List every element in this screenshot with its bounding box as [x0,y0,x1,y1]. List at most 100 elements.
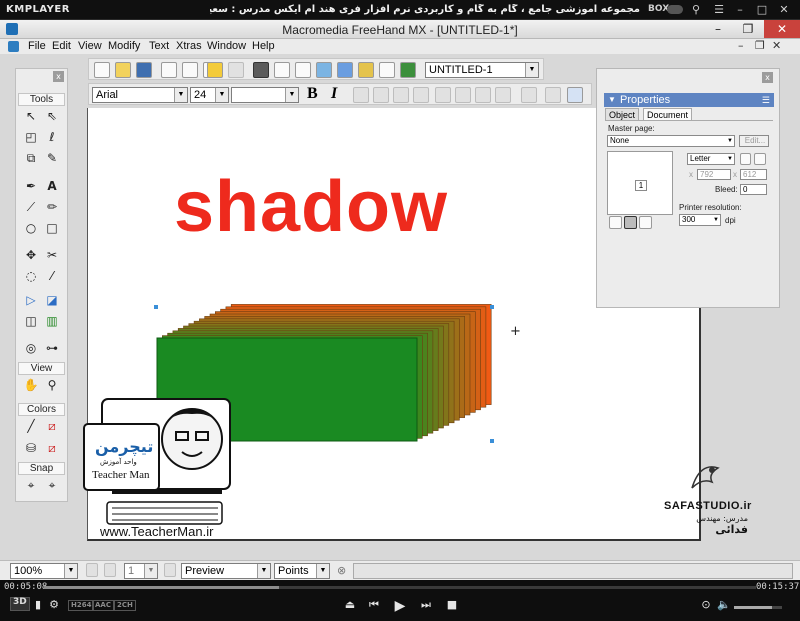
fill-swatch-icon[interactable]: ⧄ [43,439,61,457]
text-effect-icon[interactable] [435,87,451,103]
menu-view[interactable]: View [78,40,102,52]
cancel-render-icon[interactable]: ⊗ [337,564,346,577]
brush-tool-icon[interactable]: ⁄ [43,267,61,285]
pin-icon[interactable]: ⚲ [688,2,704,18]
page-width-field[interactable]: 792 [697,169,731,180]
shadow-tool-icon[interactable]: ◪ [43,291,61,309]
pointer-tool-icon[interactable]: ↖ [22,107,40,125]
justify-icon[interactable] [413,87,429,103]
zoom-select[interactable]: 100% ▼ [10,563,78,579]
envelope-tool-icon[interactable]: ◫ [22,312,40,330]
color-mixer-icon[interactable] [358,62,374,78]
swatches-icon[interactable] [379,62,395,78]
add-page-icon[interactable] [609,216,622,229]
snap-to-point-icon[interactable]: ⌖ [22,476,40,494]
panel-options-icon[interactable]: ☰ [762,93,770,107]
stroke-color-icon[interactable]: ╱ [22,417,40,435]
menu-window[interactable]: Window [207,40,246,52]
document-select[interactable]: UNTITLED-1 ▼ [425,62,539,78]
italic-button[interactable]: I [331,85,337,103]
settings-icon[interactable]: ⚙ [46,598,62,611]
lock-icon[interactable] [207,62,223,78]
menu-xtras[interactable]: Xtras [176,40,202,52]
page-select[interactable]: 1 ▼ [124,563,158,579]
eject-icon[interactable]: ⏏ [342,598,358,611]
save-icon[interactable] [136,62,152,78]
units-select[interactable]: Points ▼ [274,563,330,579]
menu-modify[interactable]: Modify [108,40,140,52]
seek-bar[interactable] [44,586,756,589]
stroke-swatch-icon[interactable]: ⧄ [43,417,61,435]
blend-tool-icon[interactable]: ▷ [22,291,40,309]
unlock-icon[interactable] [228,62,244,78]
page-tool-icon[interactable]: ◰ [22,128,40,146]
knife-tool-icon[interactable]: ✂ [43,246,61,264]
line-tool-icon[interactable]: ⟋ [22,198,40,216]
edit-master-button[interactable]: Edit... [739,135,769,147]
transform-icon[interactable] [295,62,311,78]
font-select[interactable]: Arial ▼ [92,87,188,103]
eyedropper-tool-icon[interactable]: ✎ [43,149,61,167]
doc-restore-icon[interactable]: ❐ [755,39,765,52]
doc-minimize-icon[interactable]: – [738,39,744,52]
page-size-select[interactable]: Letter ▼ [687,153,735,165]
graph-tool-icon[interactable]: ▥ [43,312,61,330]
hand-tool-icon[interactable]: ✋ [22,376,40,394]
lasso-tool-icon[interactable]: ℓ [43,128,61,146]
import-icon[interactable] [161,62,177,78]
bold-button[interactable]: B [307,85,318,103]
trace-tool-icon[interactable]: ◎ [22,339,40,357]
styles-icon[interactable] [337,62,353,78]
play-icon[interactable]: ▶ [392,598,408,614]
page-tool-options-icon[interactable] [639,216,652,229]
landscape-icon[interactable] [754,153,766,165]
box-toggle[interactable] [667,5,683,14]
window-close-button[interactable]: ✕ [764,20,800,38]
menu-edit[interactable]: Edit [52,40,71,52]
3d-badge[interactable]: 3D [10,597,30,611]
selection-handle-br[interactable] [490,439,494,443]
align-icon[interactable] [274,62,290,78]
speaker-icon[interactable]: 🔈 [716,598,732,611]
new-document-icon[interactable] [94,62,110,78]
font-size-select[interactable]: 24 ▼ [190,87,229,103]
box-label[interactable]: BOX [648,4,669,14]
next-icon[interactable]: ⏭ [418,598,434,612]
document-menu-icon[interactable] [8,41,19,52]
selection-handle-tl[interactable] [154,305,158,309]
menu-help[interactable]: Help [252,40,275,52]
properties-close-button[interactable]: x [762,72,773,83]
window-maximize-button[interactable]: ❐ [734,20,762,38]
tab-document[interactable]: Document [643,108,693,120]
snap-to-object-icon[interactable]: ⌖ [43,476,61,494]
split-icon[interactable] [475,87,491,103]
player-maximize-icon[interactable]: □ [754,2,770,18]
layers-icon[interactable] [400,62,416,78]
freeform-tool-icon[interactable]: ✥ [22,246,40,264]
subselect-tool-icon[interactable]: ⇖ [43,107,61,125]
scale-tool-icon[interactable]: ⧉ [22,149,40,167]
library-icon[interactable] [316,62,332,78]
printer-resolution-select[interactable]: 300 ▼ [679,214,721,226]
view-mode-select[interactable]: Preview ▼ [181,563,271,579]
rectangle-tool-icon[interactable]: □ [43,219,61,237]
text-tool-icon[interactable]: A [43,177,61,195]
page-thumbnail[interactable]: 1 [607,151,673,215]
selection-handle-tr[interactable] [490,305,494,309]
player-minimize-icon[interactable]: – [732,2,748,18]
tab-object[interactable]: Object [605,108,640,120]
master-page-select[interactable]: None ▼ [607,135,735,147]
convert-outline-icon[interactable] [521,87,537,103]
player-close-icon[interactable]: ✕ [776,2,792,18]
spellcheck-icon[interactable] [567,87,583,103]
properties-title[interactable]: ▼ Properties ☰ [604,93,774,107]
align-left-icon[interactable] [353,87,369,103]
pencil-tool-icon[interactable]: ✏ [43,198,61,216]
menu-file[interactable]: File [28,40,46,52]
group-icon[interactable] [253,62,269,78]
zoom-tool-icon[interactable]: ⚲ [43,376,61,394]
page-height-field[interactable]: 612 [740,169,767,180]
capture-icon[interactable]: ⊙ [698,598,714,611]
ellipse-tool-icon[interactable]: ○ [22,219,40,237]
volume-slider[interactable] [734,606,782,609]
